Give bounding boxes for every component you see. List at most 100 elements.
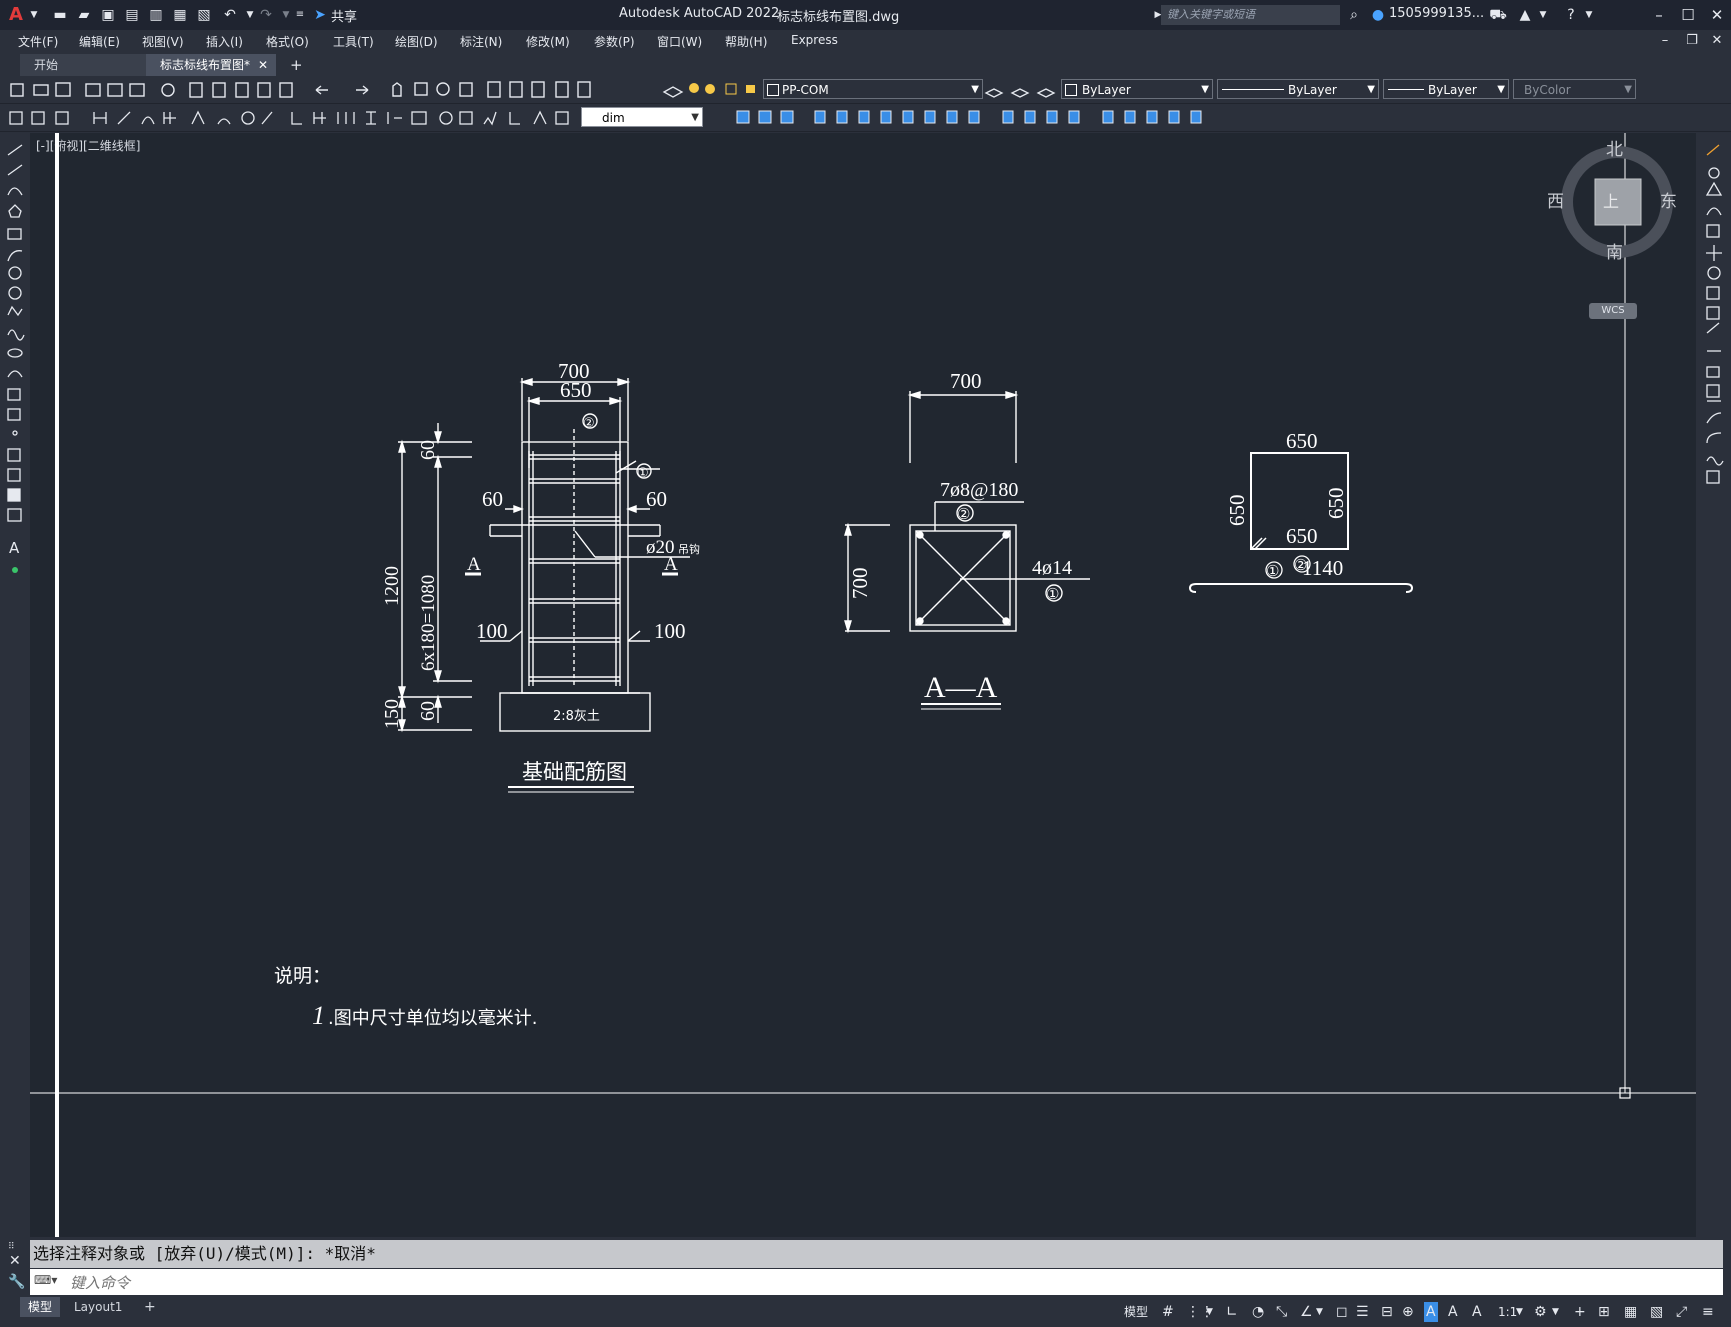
transparency-icon[interactable]: ⊟ [1381, 1302, 1393, 1322]
annotation-scale-value[interactable]: 1:1 [1498, 1302, 1517, 1322]
layout-tab-model[interactable]: 模型 [20, 1297, 61, 1317]
selection-cycling-icon[interactable]: ⊕ [1402, 1302, 1414, 1322]
lineweight-toggle-icon[interactable]: ☰ [1356, 1302, 1369, 1322]
menu-insert[interactable]: 插入(I) [206, 33, 243, 50]
annotation-scale-icon[interactable]: A [1472, 1302, 1482, 1322]
grid-icon[interactable]: # [1162, 1302, 1174, 1322]
redo-icon[interactable]: ↷ [256, 5, 276, 25]
tab-start[interactable]: 开始 [20, 54, 146, 76]
minimize-button[interactable]: – [1647, 4, 1671, 26]
menu-edit[interactable]: 编辑(E) [79, 33, 120, 50]
viewcube-west[interactable]: 西 [1547, 187, 1564, 212]
ortho-icon[interactable]: ∟ [1226, 1302, 1238, 1322]
command-close-icon[interactable]: ✕ [9, 1253, 21, 1269]
modify-tools-palette-icons[interactable] [1697, 133, 1731, 553]
menu-tools[interactable]: 工具(T) [333, 33, 374, 50]
layout-tab-layout1[interactable]: Layout1 [66, 1297, 130, 1317]
search-icon[interactable]: ⌕ [1344, 5, 1364, 25]
graphics-performance-icon[interactable]: ▧ [1650, 1302, 1663, 1322]
model-space-button[interactable]: 模型 [1124, 1302, 1148, 1322]
add-layout-button[interactable]: + [136, 1297, 164, 1317]
object-snap-tracking-icon[interactable]: ∠ [1300, 1302, 1313, 1322]
drawing-canvas[interactable]: [-][俯视][二维线框] 700 650 ② ① 60 60 ø20 吊钩 A… [30, 133, 1696, 1237]
save-web-icon[interactable]: ▦ [170, 5, 190, 25]
customization-icon[interactable]: ≡ [1702, 1302, 1714, 1322]
chevron-down-icon-2[interactable]: ▼ [1533, 5, 1553, 25]
menu-file[interactable]: 文件(F) [18, 33, 58, 50]
menu-express[interactable]: Express [791, 33, 838, 47]
color-dropdown[interactable]: ByLayer ▼ [1061, 79, 1213, 99]
linetype-dropdown[interactable]: ByLayer ▼ [1217, 79, 1379, 99]
maximize-button[interactable]: ☐ [1676, 4, 1700, 26]
help-icon[interactable]: ? [1561, 5, 1581, 25]
menu-parametric[interactable]: 参数(P) [594, 33, 635, 50]
open-web-icon[interactable]: ▥ [146, 5, 166, 25]
open-file-icon[interactable]: ▰ [74, 5, 94, 25]
cart-icon[interactable]: ⛟ [1488, 5, 1508, 25]
workspace-gear-icon[interactable]: ⚙ [1534, 1302, 1547, 1322]
layer-match-icons[interactable] [982, 76, 1062, 103]
annotation-monitor-icon[interactable]: + [1574, 1302, 1586, 1322]
standard-tools-icons[interactable] [0, 76, 620, 103]
plot-icon[interactable]: ▧ [194, 5, 214, 25]
menu-view[interactable]: 视图(V) [142, 33, 184, 50]
user-icon[interactable]: ● [1368, 5, 1388, 25]
draw-tools-icons[interactable]: A [0, 133, 30, 593]
lineweight-dropdown[interactable]: ByLayer ▼ [1383, 79, 1509, 99]
command-input[interactable] [68, 1271, 1572, 1295]
menu-dimension[interactable]: 标注(N) [460, 33, 502, 50]
layer-dropdown[interactable]: PP-COM ▼ [763, 79, 983, 99]
quick-properties-icon[interactable]: ▦ [1624, 1302, 1637, 1322]
viewcube-north[interactable]: 北 [1606, 135, 1623, 160]
command-recent-icon[interactable]: ⌨▾ [34, 1273, 57, 1287]
new-tab-button[interactable]: + [284, 54, 308, 76]
dimension-tools-icons[interactable] [0, 104, 580, 131]
menu-format[interactable]: 格式(O) [266, 33, 309, 50]
new-file-icon[interactable]: ▬ [50, 5, 70, 25]
viewcube-south[interactable]: 南 [1606, 238, 1623, 263]
isodraft-icon[interactable]: ⤡ [1276, 1302, 1287, 1322]
viewcube-east[interactable]: 东 [1660, 187, 1677, 212]
undo-icon[interactable]: ↶ [220, 5, 240, 25]
search-input[interactable]: 键入关键字或短语 [1161, 5, 1340, 25]
scale-dropdown-icon[interactable]: ▼ [1516, 1302, 1523, 1322]
menu-window[interactable]: 窗口(W) [657, 33, 702, 50]
workspace-dropdown-icon[interactable]: ▼ [1552, 1302, 1559, 1322]
osnap-icon[interactable]: ◻ [1336, 1302, 1348, 1322]
layer-tools-icons[interactable] [660, 76, 770, 103]
close-button[interactable]: ✕ [1705, 4, 1729, 26]
menu-help[interactable]: 帮助(H) [725, 33, 767, 50]
menu-modify[interactable]: 修改(M) [526, 33, 570, 50]
auto-scale-icon[interactable]: A [1448, 1302, 1458, 1322]
snap-dropdown-icon[interactable]: ▼ [1206, 1302, 1213, 1322]
tab-close-icon[interactable]: ✕ [258, 54, 268, 76]
dimstyle-dropdown[interactable]: dim ▼ [581, 107, 703, 127]
plotstyle-dropdown[interactable]: ByColor ▼ [1513, 79, 1636, 99]
osnap-dropdown-icon[interactable]: ▼ [1316, 1302, 1323, 1322]
doc-restore-button[interactable]: ❐ [1680, 30, 1704, 52]
clean-screen-icon[interactable]: ⤢ [1676, 1302, 1687, 1322]
app-menu-button[interactable]: A [6, 5, 26, 25]
viewcube-face-top[interactable]: 上 [1603, 188, 1619, 212]
tab-drawing[interactable]: 标志标线布置图* ✕ [146, 54, 276, 76]
polar-icon[interactable]: ◔ [1252, 1302, 1264, 1322]
chevron-down-icon[interactable]: ▼ [24, 5, 44, 25]
command-window-grip[interactable]: ⠿ ✕ 🔧 [0, 1240, 30, 1296]
customize-quick-access-icon[interactable]: ≡ [290, 5, 310, 25]
grip-dots-icon[interactable]: ⠿ [8, 1242, 15, 1252]
annotation-visibility-icon[interactable]: A [1424, 1302, 1438, 1322]
autodesk-app-icon[interactable]: ▲ [1515, 5, 1535, 25]
command-customize-icon[interactable]: 🔧 [8, 1274, 25, 1290]
wcs-menu-button[interactable]: WCS [1589, 303, 1637, 319]
help-dropdown-icon[interactable]: ▼ [1579, 5, 1599, 25]
user-account[interactable]: 1505999135... [1389, 6, 1484, 21]
save-as-icon[interactable]: ▤ [122, 5, 142, 25]
share-icon[interactable]: ➤ [310, 5, 330, 25]
doc-minimize-button[interactable]: – [1653, 30, 1677, 52]
modify-tools-icons[interactable] [705, 104, 1215, 131]
save-icon[interactable]: ▣ [98, 5, 118, 25]
doc-close-button[interactable]: ✕ [1705, 30, 1729, 52]
share-button[interactable]: 共享 [331, 6, 357, 25]
menu-draw[interactable]: 绘图(D) [395, 33, 438, 50]
units-icon[interactable]: ⊞ [1598, 1302, 1610, 1322]
